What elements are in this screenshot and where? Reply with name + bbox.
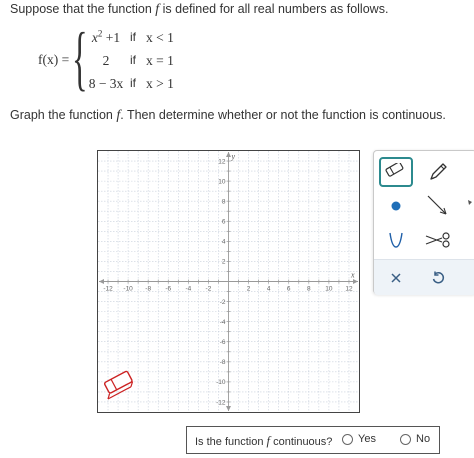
x-tick-label: 2 bbox=[247, 286, 251, 293]
case-row-3: 8 − 3x if x > 1 bbox=[86, 76, 226, 96]
tool-action-bar bbox=[374, 259, 474, 295]
problem-intro: Suppose that the function bbox=[10, 2, 156, 16]
y-tick-label: 6 bbox=[222, 219, 226, 226]
y-tick-label: -2 bbox=[220, 299, 226, 306]
y-tick-label: 8 bbox=[222, 198, 226, 205]
case-if: if bbox=[130, 76, 136, 90]
yes-radio[interactable] bbox=[342, 433, 353, 445]
point-tool-button[interactable] bbox=[379, 191, 413, 221]
x-tick-label: -10 bbox=[123, 286, 133, 293]
instruction-text: Graph the function f. Then determine whe… bbox=[10, 108, 446, 123]
x-tick-label: -8 bbox=[145, 286, 151, 293]
no-option[interactable]: No bbox=[400, 433, 430, 445]
function-lhs: f(x) = bbox=[38, 52, 70, 67]
case-condition: x = 1 bbox=[146, 53, 174, 68]
eraser-icon bbox=[385, 163, 404, 177]
x-tick-label: -12 bbox=[103, 286, 113, 293]
x-tick-label: 12 bbox=[345, 286, 353, 293]
case-condition: x < 1 bbox=[146, 30, 174, 45]
pencil-tool-button[interactable] bbox=[421, 157, 455, 187]
question-label: Is the function f continuous? bbox=[195, 434, 333, 448]
pencil-icon bbox=[430, 163, 447, 180]
x-tick-label: 6 bbox=[287, 286, 291, 293]
x-axis-arrow-right bbox=[353, 279, 358, 284]
graph-tool-panel bbox=[373, 150, 474, 295]
x-axis-arrow-left bbox=[99, 279, 104, 284]
clear-button[interactable] bbox=[379, 263, 413, 293]
undo-icon bbox=[432, 271, 445, 284]
y-axis-arrow-down bbox=[226, 406, 231, 411]
x-tick-label: 4 bbox=[267, 286, 271, 293]
y-axis-label: y bbox=[231, 152, 236, 161]
continuity-question: Is the function f continuous? Yes No bbox=[186, 426, 440, 454]
axes bbox=[99, 152, 358, 411]
case-condition: x > 1 bbox=[146, 76, 174, 91]
no-label: No bbox=[416, 433, 431, 445]
x-tick-label: -6 bbox=[165, 286, 171, 293]
y-tick-label: -10 bbox=[216, 379, 226, 386]
y-tick-label: -4 bbox=[220, 319, 226, 326]
x-tick-label: -4 bbox=[185, 286, 191, 293]
y-tick-label: 10 bbox=[218, 178, 226, 185]
case-if: if bbox=[130, 30, 136, 44]
eraser-icon[interactable] bbox=[100, 370, 134, 400]
y-tick-label: -8 bbox=[220, 359, 226, 366]
y-tick-label: -12 bbox=[216, 399, 226, 406]
line-segment-icon bbox=[427, 195, 447, 215]
scissors-tool-button[interactable] bbox=[421, 225, 455, 255]
x-axis-label: x bbox=[350, 271, 355, 280]
scissors-icon bbox=[425, 232, 450, 248]
line-segment-tool-button[interactable] bbox=[421, 191, 455, 221]
coordinate-plane[interactable]: -12 -10 -8 -6 -4 -2 2 4 6 8 10 12 -12 -10 -8 -6 -4 -2 2 4 6 8… bbox=[98, 151, 359, 412]
problem-intro-end: is defined for all real numbers as follo… bbox=[159, 2, 389, 16]
no-radio[interactable] bbox=[400, 433, 411, 445]
x-tick-label: 8 bbox=[307, 286, 311, 293]
case-expression: 2 bbox=[102, 53, 110, 68]
case-if: if bbox=[130, 53, 136, 67]
eraser-tool-button[interactable] bbox=[379, 157, 413, 187]
x-tick-label: 10 bbox=[325, 286, 333, 293]
close-icon bbox=[391, 273, 401, 283]
yes-option[interactable]: Yes bbox=[342, 433, 376, 445]
parabola-tool-button[interactable] bbox=[379, 225, 413, 255]
y-tick-label: 12 bbox=[218, 158, 226, 165]
y-axis-arrow-up bbox=[226, 152, 231, 157]
case-expression: 8 − 3x bbox=[88, 76, 124, 91]
piecewise-definition: f(x) = { x2 +1 if x < 1 2 if x = 1 8 − 3… bbox=[38, 22, 218, 98]
x-tick-label: -2 bbox=[206, 286, 212, 293]
y-tick-label: 2 bbox=[222, 259, 226, 266]
case-expression: x2 +1 bbox=[91, 28, 121, 45]
y-tick-label: -6 bbox=[220, 339, 226, 346]
case-row-2: 2 if x = 1 bbox=[86, 53, 226, 73]
y-tick-label: 4 bbox=[222, 239, 226, 246]
undo-button[interactable] bbox=[421, 263, 455, 293]
case-row-1: x2 +1 if x < 1 bbox=[86, 28, 226, 50]
yes-label: Yes bbox=[358, 433, 376, 445]
graphing-canvas[interactable]: -12 -10 -8 -6 -4 -2 2 4 6 8 10 12 -12 -10 -8 -6 -4 -2 2 4 6 8… bbox=[97, 150, 360, 413]
problem-statement: Suppose that the function f is defined f… bbox=[10, 2, 388, 18]
parabola-icon bbox=[389, 232, 403, 248]
point-icon bbox=[391, 201, 401, 211]
arrow-tail-icon bbox=[466, 195, 474, 205]
